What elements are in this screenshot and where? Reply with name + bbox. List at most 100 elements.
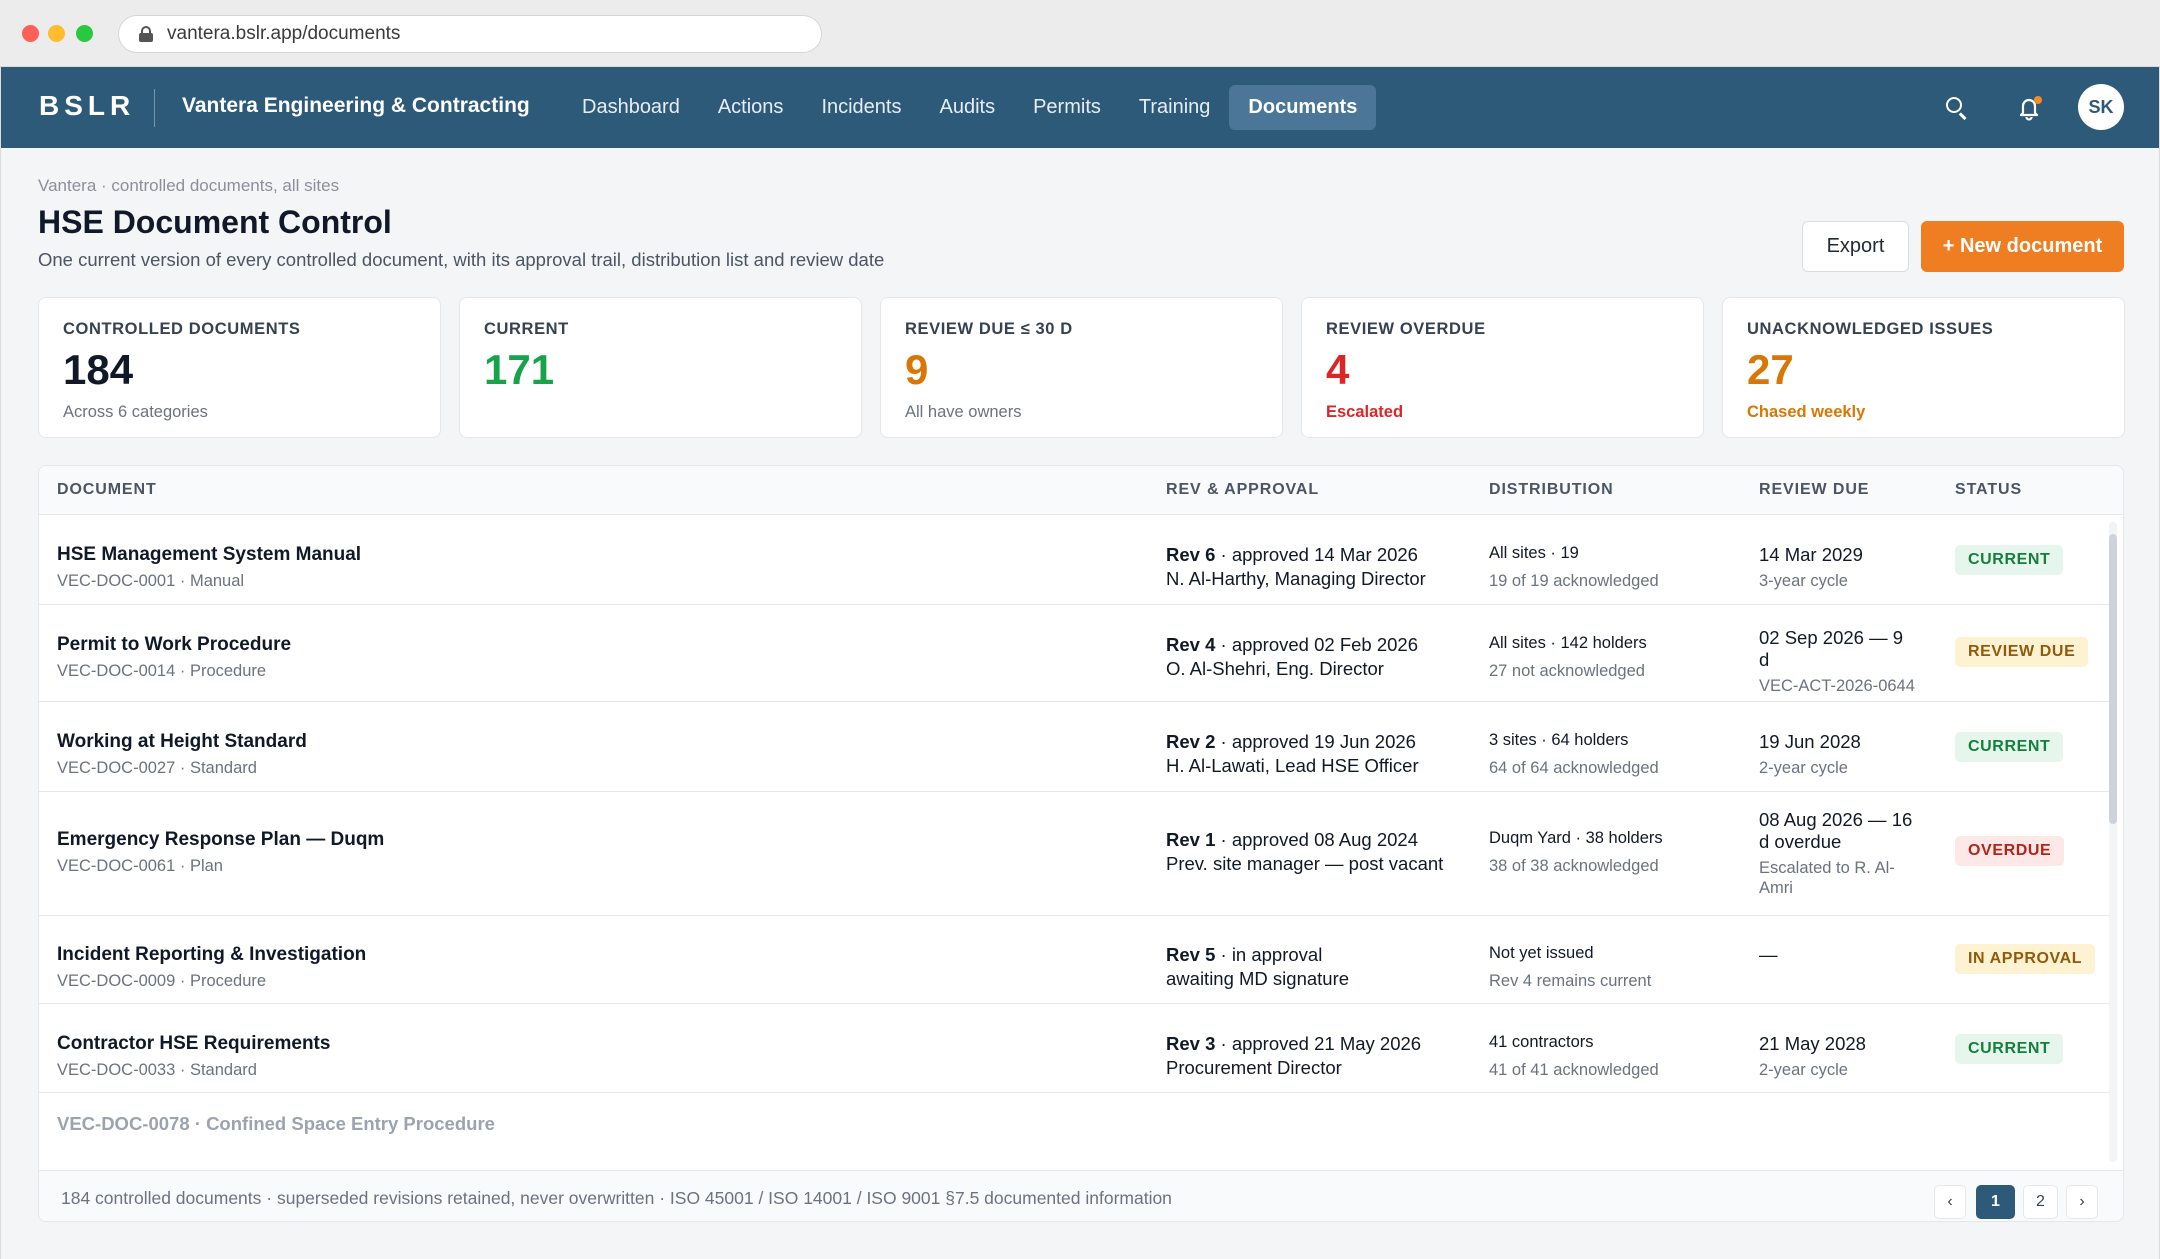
status-cell: CURRENT [1955,545,2064,575]
review-due-cell: 14 Mar 2029 3-year cycle [1759,544,1917,592]
nav-training[interactable]: Training [1120,85,1230,130]
kpi-note: All have owners [905,403,1022,422]
table-row[interactable]: Permit to Work Procedure VEC-DOC-0014 · … [39,605,2109,702]
approval-text: · approved 19 Jun 2026 [1215,731,1416,752]
table-scrollbar-thumb[interactable] [2109,534,2117,824]
document-title[interactable]: Working at Height Standard [57,731,307,753]
pagination-page-2[interactable]: 2 [2023,1185,2058,1219]
document-title[interactable]: Permit to Work Procedure [57,634,291,656]
rev-approval-cell: Rev 1 · approved 08 Aug 2024 Prev. site … [1166,829,1443,875]
bottom-strip [1,1223,2159,1259]
approver: H. Al-Lawati, Lead HSE Officer [1166,755,1419,776]
nav-audits[interactable]: Audits [921,85,1015,130]
approver: Prev. site manager — post vacant [1166,853,1444,874]
documents-table: DOCUMENT REV & APPROVAL DISTRIBUTION REV… [38,465,2124,1222]
table-row[interactable]: HSE Management System Manual VEC-DOC-000… [39,515,2109,605]
document-title[interactable]: HSE Management System Manual [57,544,361,566]
document-cell: Contractor HSE Requirements VEC-DOC-0033… [57,1033,330,1080]
new-document-button[interactable]: + New document [1921,221,2124,272]
nav-permits[interactable]: Permits [1014,85,1120,130]
search-icon[interactable] [1943,94,1971,122]
document-meta: VEC-DOC-0001 · Manual [57,572,245,590]
revision-number: Rev 3 [1166,1033,1216,1054]
acknowledgement-status: 64 of 64 acknowledged [1489,759,1659,777]
document-cell: Incident Reporting & Investigation VEC-D… [57,944,366,991]
document-title[interactable]: Emergency Response Plan — Duqm [57,829,384,851]
notification-dot [2034,96,2042,104]
acknowledgement-status: 27 not acknowledged [1489,662,1645,680]
nav-incidents[interactable]: Incidents [802,85,920,130]
distribution-cell: All sites · 142 holders 27 not acknowled… [1489,634,1647,681]
table-row[interactable]: Contractor HSE Requirements VEC-DOC-0033… [39,1004,2109,1093]
distribution-cell: 3 sites · 64 holders 64 of 64 acknowledg… [1489,731,1659,778]
breadcrumb: Vantera · controlled documents, all site… [38,176,340,195]
nav-documents[interactable]: Documents [1229,85,1377,130]
document-title[interactable]: Contractor HSE Requirements [57,1033,330,1055]
review-due-cell: 19 Jun 2028 2-year cycle [1759,731,1917,779]
document-meta: VEC-DOC-0061 · Plan [57,857,223,875]
acknowledgement-status: Rev 4 remains current [1489,972,1652,990]
maximize-window-button[interactable] [76,25,93,42]
table-row[interactable]: Incident Reporting & Investigation VEC-D… [39,916,2109,1004]
column-header-rev-approval[interactable]: REV & APPROVAL [1166,481,1319,499]
kpi-review-due[interactable]: REVIEW DUE ≤ 30 D 9 All have owners [880,297,1283,438]
nav-actions[interactable]: Actions [699,85,803,130]
kpi-current[interactable]: CURRENT 171 [459,297,862,438]
document-cell: Emergency Response Plan — Duqm VEC-DOC-0… [57,829,384,876]
review-date: — [1759,944,1778,965]
document-meta: VEC-DOC-0014 · Procedure [57,662,267,680]
lock-icon [139,26,153,42]
distribution-scope: All sites · 19 [1489,544,1579,562]
column-header-distribution[interactable]: DISTRIBUTION [1489,481,1614,499]
table-row[interactable]: Emergency Response Plan — Duqm VEC-DOC-0… [39,792,2109,916]
rev-approval-cell: Rev 6 · approved 14 Mar 2026 N. Al-Harth… [1166,544,1426,590]
distribution-scope: 41 contractors [1489,1033,1594,1051]
address-bar[interactable]: vantera.bslr.app/documents [118,15,822,53]
table-footnote: 184 controlled documents · superseded re… [61,1188,1172,1208]
kpi-unacknowledged-issues[interactable]: UNACKNOWLEDGED ISSUES 27 Chased weekly [1722,297,2125,438]
revision-number: Rev 6 [1166,544,1216,565]
approval-text: · in approval [1215,944,1323,965]
document-meta: VEC-DOC-0009 · Procedure [57,972,267,990]
column-header-document[interactable]: DOCUMENT [57,481,157,499]
rev-approval-cell: Rev 5 · in approval awaiting MD signatur… [1166,944,1349,990]
status-badge: CURRENT [1955,545,2064,575]
review-note: 3-year cycle [1759,572,1848,591]
pagination-page-1[interactable]: 1 [1976,1185,2015,1219]
rev-approval-cell: Rev 3 · approved 21 May 2026 Procurement… [1166,1033,1421,1079]
organization-name: Vantera Engineering & Contracting [182,94,530,117]
distribution-scope: All sites · 142 holders [1489,634,1647,652]
notifications-bell-icon[interactable] [2015,94,2043,122]
distribution-scope: 3 sites · 64 holders [1489,731,1629,749]
kpi-value: 9 [905,346,929,393]
document-title[interactable]: Incident Reporting & Investigation [57,944,366,966]
page-subtitle: One current version of every controlled … [38,249,885,270]
kpi-review-overdue[interactable]: REVIEW OVERDUE 4 Escalated [1301,297,1704,438]
review-date: 19 Jun 2028 [1759,731,1861,752]
distribution-cell: 41 contractors 41 of 41 acknowledged [1489,1033,1659,1080]
brand-logo[interactable]: BSLR [39,90,135,122]
close-window-button[interactable] [22,25,39,42]
table-row[interactable]: Working at Height Standard VEC-DOC-0027 … [39,702,2109,792]
column-header-review-due[interactable]: REVIEW DUE [1759,481,1869,499]
pagination-next-button[interactable]: › [2066,1185,2098,1219]
document-cell: HSE Management System Manual VEC-DOC-000… [57,544,361,591]
browser-chrome: vantera.bslr.app/documents [0,0,2160,67]
minimize-window-button[interactable] [48,25,65,42]
pagination-prev-button[interactable]: ‹ [1934,1185,1966,1219]
kpi-controlled-documents[interactable]: CONTROLLED DOCUMENTS 184 Across 6 catego… [38,297,441,438]
distribution-scope: Not yet issued [1489,944,1594,962]
kpi-note: Across 6 categories [63,403,208,422]
table-row-partial[interactable]: VEC-DOC-0078 · Confined Space Entry Proc… [57,1113,495,1135]
kpi-label: REVIEW OVERDUE [1326,320,1486,338]
kpi-label: CONTROLLED DOCUMENTS [63,320,301,338]
review-due-cell: 02 Sep 2026 — 9 d VEC-ACT-2026-0644 [1759,627,1917,697]
acknowledgement-status: 41 of 41 acknowledged [1489,1061,1659,1079]
kpi-note: Chased weekly [1747,403,1866,422]
review-date: 02 Sep 2026 — 9 d [1759,627,1903,671]
review-note: VEC-ACT-2026-0644 [1759,677,1915,696]
nav-dashboard[interactable]: Dashboard [563,85,699,130]
column-header-status[interactable]: STATUS [1955,481,2022,499]
export-button[interactable]: Export [1802,221,1909,272]
user-avatar[interactable]: SK [2078,84,2124,130]
